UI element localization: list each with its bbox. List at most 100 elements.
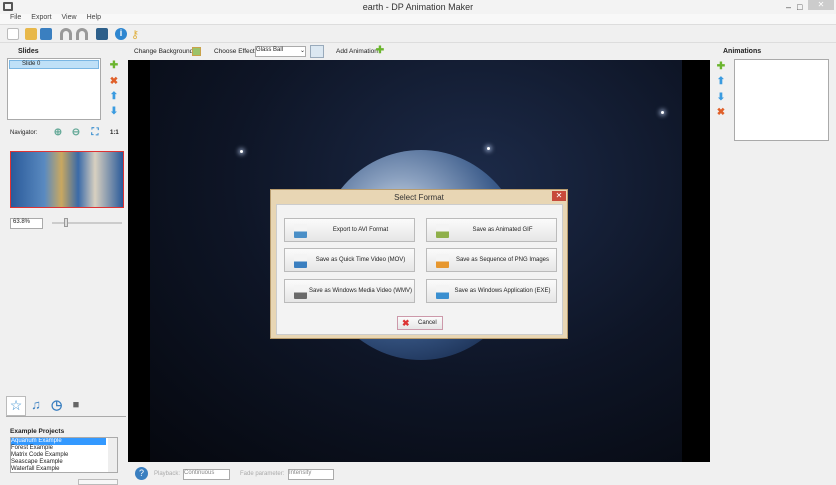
delete-animation-icon[interactable]: ✖	[716, 108, 726, 118]
move-down-icon[interactable]: ⬇	[109, 107, 119, 117]
stage-border-right	[682, 60, 710, 462]
effect-select[interactable]: Glass Ball ⌄	[255, 46, 306, 57]
add-animation-icon[interactable]: ✚	[716, 62, 726, 72]
dialog-close-button[interactable]: ✕	[552, 191, 566, 201]
choose-effect-label: Choose Effect:	[214, 48, 257, 55]
png-file-icon	[436, 254, 449, 268]
button-label: Save as Windows Application (EXE)	[454, 288, 551, 294]
tab-clock-icon[interactable]: ◷	[51, 398, 62, 411]
info-icon[interactable]: i	[115, 28, 127, 40]
dialog-title: Select Format	[394, 193, 444, 202]
select-format-dialog: Select Format ✕ Export to AVI Format Sav…	[270, 189, 568, 339]
add-slide-icon[interactable]: ✚	[109, 61, 119, 71]
save-png-sequence-button[interactable]: Save as Sequence of PNG Images	[426, 248, 557, 272]
animation-up-icon[interactable]: ⬆	[716, 77, 726, 87]
cancel-button[interactable]: ✖ Cancel	[397, 316, 443, 330]
undo-icon[interactable]	[60, 28, 72, 40]
slides-list[interactable]: Slide 0	[7, 58, 101, 120]
button-label: Save as Quick Time Video (MOV)	[315, 257, 406, 263]
effect-settings-icon[interactable]	[310, 45, 324, 58]
title-bar: earth - DP Animation Maker – □ ✕	[0, 0, 836, 14]
open-folder-icon[interactable]	[25, 28, 37, 40]
minimize-button[interactable]: –	[786, 2, 791, 12]
slides-group-title: Slides	[18, 48, 39, 55]
playback-bar: ? Playback: Continuous Fade parameter: I…	[128, 464, 710, 484]
button-label: Save as Animated GIF	[472, 227, 533, 233]
example-item[interactable]: Forest Example	[11, 445, 117, 452]
star	[661, 111, 664, 114]
delete-slide-icon[interactable]: ✖	[109, 77, 119, 87]
playback-label: Playback:	[154, 471, 181, 477]
navigator-preview[interactable]	[10, 151, 124, 208]
add-animation-button[interactable]: Add Animation	[336, 48, 378, 55]
maximize-button[interactable]: □	[797, 2, 802, 12]
zoom-slider[interactable]	[52, 222, 122, 224]
gif-file-icon	[436, 224, 449, 238]
save-wmv-button[interactable]: Save as Windows Media Video (WMV)	[284, 279, 415, 303]
save-mov-button[interactable]: Save as Quick Time Video (MOV)	[284, 248, 415, 272]
example-item[interactable]: Matrix Code Example	[11, 452, 117, 459]
zoom-out-icon[interactable]: ⊖	[71, 128, 81, 138]
add-animation-plus-icon[interactable]: ✚	[375, 46, 385, 56]
tab-examples-star-icon[interactable]: ☆	[6, 396, 26, 416]
animation-down-icon[interactable]: ⬇	[716, 93, 726, 103]
actual-size-button[interactable]: 1:1	[110, 130, 119, 136]
star	[487, 147, 490, 150]
background-image-icon[interactable]	[192, 47, 201, 56]
key-icon[interactable]: ⚷	[131, 28, 143, 41]
slide-item[interactable]: Slide 0	[9, 60, 99, 69]
button-label: Export to AVI Format	[332, 227, 389, 233]
redo-icon[interactable]	[76, 28, 88, 40]
tab-music-icon[interactable]: ♫	[31, 398, 41, 411]
exe-file-icon	[436, 285, 449, 299]
cancel-x-icon: ✖	[402, 318, 410, 328]
mov-file-icon	[294, 254, 307, 268]
example-projects-title: Example Projects	[10, 428, 65, 435]
tab-camera-icon[interactable]: ■	[71, 400, 81, 411]
examples-scrollbar[interactable]	[108, 438, 117, 472]
effect-value: Glass Ball	[256, 47, 284, 53]
menu-export[interactable]: Export	[31, 14, 51, 21]
zoom-value-field[interactable]: 63.8%	[10, 218, 43, 229]
new-icon[interactable]	[7, 28, 19, 40]
stage-border-left	[128, 60, 150, 462]
tab-divider	[6, 416, 126, 417]
export-avi-button[interactable]: Export to AVI Format	[284, 218, 415, 242]
button-label: Save as Sequence of PNG Images	[455, 257, 550, 263]
move-up-icon[interactable]: ⬆	[109, 92, 119, 102]
example-item[interactable]: Seascape Example	[11, 459, 117, 466]
save-gif-button[interactable]: Save as Animated GIF	[426, 218, 557, 242]
animations-list[interactable]	[734, 59, 829, 141]
playback-value: Continuous	[184, 470, 215, 476]
close-button[interactable]: ✕	[808, 0, 834, 10]
cancel-label: Cancel	[418, 320, 437, 326]
animations-group-title: Animations	[723, 48, 762, 55]
playback-select[interactable]: Continuous	[183, 469, 230, 480]
fade-parameter-select[interactable]: Intensity	[288, 469, 334, 480]
window-title: earth - DP Animation Maker	[362, 2, 474, 12]
button-label: Save as Windows Media Video (WMV)	[309, 288, 412, 294]
change-background-button[interactable]: Change Background	[134, 48, 193, 55]
help-icon[interactable]: ?	[135, 467, 148, 480]
example-item[interactable]: Waterfall Example	[11, 466, 117, 472]
open-example-button[interactable]	[78, 479, 118, 485]
example-item[interactable]: Aquarium Example	[11, 438, 106, 445]
fade-parameter-label: Fade parameter:	[240, 471, 285, 477]
fit-icon[interactable]: ⛶	[90, 128, 100, 138]
save-icon[interactable]	[40, 28, 52, 40]
menu-bar: File Export View Help	[0, 14, 836, 25]
example-projects-list[interactable]: Aquarium Example Forest Example Matrix C…	[10, 437, 118, 473]
zoom-in-icon[interactable]: ⊕	[53, 128, 63, 138]
avi-file-icon	[294, 224, 307, 238]
save-exe-button[interactable]: Save as Windows Application (EXE)	[426, 279, 557, 303]
editor-toolbar: Change Background Choose Effect: Glass B…	[128, 44, 708, 60]
menu-view[interactable]: View	[62, 14, 77, 21]
menu-help[interactable]: Help	[87, 14, 101, 21]
export-icon[interactable]	[96, 28, 108, 40]
menu-file[interactable]: File	[10, 14, 21, 21]
zoom-slider-thumb[interactable]	[64, 218, 68, 227]
navigator-label: Navigator:	[10, 130, 38, 136]
fade-value: Intensity	[289, 470, 312, 476]
wmv-file-icon	[294, 285, 307, 299]
dialog-body: Export to AVI Format Save as Animated GI…	[276, 204, 563, 335]
